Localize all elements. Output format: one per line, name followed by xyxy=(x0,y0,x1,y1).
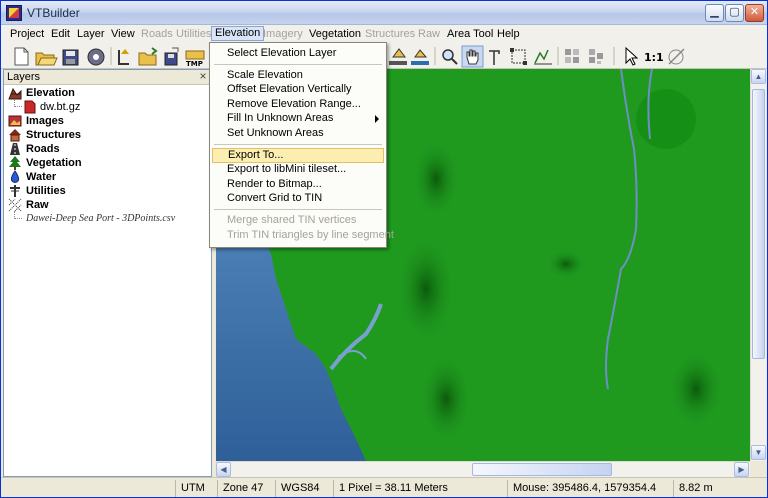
vertical-scroll-thumb[interactable] xyxy=(752,89,765,359)
utilities-icon xyxy=(8,184,22,198)
grid-icon xyxy=(565,49,579,63)
menu-utilities[interactable]: Utilities xyxy=(173,27,214,42)
menu-bar: Project Edit Layer View Roads Utilities Elevat… xyxy=(1,25,767,43)
water-icon xyxy=(8,170,22,184)
open-layer-icon xyxy=(138,47,158,66)
horizontal-scroll-thumb[interactable] xyxy=(472,463,612,476)
menu-help[interactable]: Help xyxy=(494,27,523,42)
layer-label: Utilities xyxy=(26,185,66,197)
menu-raw[interactable]: Raw xyxy=(415,27,443,42)
layers-panel: Layers × Elevation dw.bt.gz Images Structur… xyxy=(3,69,212,477)
layers-panel-title: Layers xyxy=(7,71,41,83)
layer-label: Raw xyxy=(26,199,49,211)
layer-label: Images xyxy=(26,115,64,127)
submenu-arrow-icon xyxy=(375,115,379,124)
elevation-menu-dropdown: Select Elevation Layer Scale Elevation Off… xyxy=(209,42,394,248)
save-layer-icon xyxy=(164,47,179,66)
elevation-export-icon xyxy=(389,48,407,65)
images-icon xyxy=(8,114,22,128)
menu-item-scale-elevation[interactable]: Scale Elevation xyxy=(212,68,384,83)
menu-structures[interactable]: Structures xyxy=(362,27,418,42)
title-bar[interactable]: VTBuilder ▁ ▢ ✕ xyxy=(1,1,767,25)
one-to-one-icon: 1:1 xyxy=(644,51,664,64)
status-projection: UTM xyxy=(175,480,217,497)
tree-connector xyxy=(14,99,22,107)
status-elevation: 8.82 m xyxy=(673,480,753,497)
menu-area-tool[interactable]: Area Tool xyxy=(444,27,496,42)
import-layer-icon xyxy=(118,49,129,65)
minimize-button[interactable]: ▁ xyxy=(705,4,724,22)
status-bar: UTM Zone 47 WGS84 1 Pixel = 38.11 Meters… xyxy=(1,477,767,497)
tree-connector xyxy=(14,211,22,219)
vegetation-icon xyxy=(8,156,22,170)
box-select-icon xyxy=(510,48,527,65)
menu-item-offset-elevation-vertically[interactable]: Offset Elevation Vertically xyxy=(212,82,384,97)
vtbuilder-window: VTBuilder ▁ ▢ ✕ Project Edit Layer View Road… xyxy=(0,0,768,498)
window-title: VTBuilder xyxy=(27,6,80,20)
menu-imagery[interactable]: Imagery xyxy=(260,27,306,42)
menu-item-fill-in-unknown-areas[interactable]: Fill In Unknown Areas xyxy=(212,111,384,126)
layer-file-label: dw.bt.gz xyxy=(40,101,81,113)
new-project-icon xyxy=(14,47,29,66)
menu-separator xyxy=(214,143,382,145)
menu-item-set-unknown-areas[interactable]: Set Unknown Areas xyxy=(212,126,384,141)
measure-icon xyxy=(489,50,500,65)
menu-separator xyxy=(214,63,382,65)
menu-edit[interactable]: Edit xyxy=(48,27,73,42)
status-scale: 1 Pixel = 38.11 Meters xyxy=(333,480,507,497)
scroll-down-button[interactable]: ▼ xyxy=(751,445,766,460)
layer-label: Vegetation xyxy=(26,157,82,169)
menu-item-merge-shared-tin-vertices: Merge shared TIN vertices xyxy=(227,214,357,226)
zoom-icon xyxy=(442,49,458,65)
menu-view[interactable]: View xyxy=(108,27,138,42)
elevation-stack-icon xyxy=(411,49,429,65)
horizontal-scrollbar[interactable]: ◀ ▶ xyxy=(216,461,750,477)
arrow-select-icon xyxy=(625,46,639,66)
menu-project[interactable]: Project xyxy=(7,27,47,42)
layer-file-label: Dawei-Deep Sea Port - 3DPoints.csv xyxy=(26,213,176,224)
elevation-icon xyxy=(8,86,22,100)
svg-text:1:1: 1:1 xyxy=(644,51,664,64)
menu-separator xyxy=(214,209,382,210)
structures-icon xyxy=(8,128,22,142)
layer-label: Elevation xyxy=(26,87,75,99)
menu-item-export-to-libmini-tileset[interactable]: Export to libMini tileset... xyxy=(212,162,384,177)
scroll-up-button[interactable]: ▲ xyxy=(751,69,766,84)
save-project-icon xyxy=(62,49,79,66)
roads-icon xyxy=(8,142,22,156)
layers-panel-header: Layers × xyxy=(4,70,211,85)
status-zone: Zone 47 xyxy=(217,480,275,497)
grid-alt-icon xyxy=(589,49,603,64)
maximize-button[interactable]: ▢ xyxy=(725,4,744,22)
menu-item-remove-elevation-range[interactable]: Remove Elevation Range... xyxy=(212,97,384,112)
menu-item-trim-tin-triangles-by-line-segment: Trim TIN triangles by line segment xyxy=(227,228,394,241)
open-project-icon xyxy=(35,52,58,66)
status-mouse-coords: Mouse: 395486.4, 1579354.4 xyxy=(507,480,673,497)
raw-icon xyxy=(8,198,22,212)
menu-item-select-elevation-layer[interactable]: Select Elevation Layer xyxy=(212,46,384,61)
scroll-right-button[interactable]: ▶ xyxy=(734,462,749,477)
layer-label: Roads xyxy=(26,143,60,155)
svg-text:TMP: TMP xyxy=(186,60,203,68)
settings-gear-icon xyxy=(87,48,105,66)
tmp-icon: TMP xyxy=(185,50,205,68)
menu-item-convert-grid-to-tin[interactable]: Convert Grid to TIN xyxy=(212,191,384,206)
menu-item-render-to-bitmap[interactable]: Render to Bitmap... xyxy=(212,177,384,192)
menu-elevation[interactable]: Elevation xyxy=(211,26,265,41)
profile-icon xyxy=(534,49,552,65)
fly-icon xyxy=(668,48,685,65)
layer-label: Water xyxy=(26,171,57,183)
menu-item-export-to[interactable]: Export To... xyxy=(212,147,384,163)
menu-layer[interactable]: Layer xyxy=(74,27,108,42)
layer-label: Structures xyxy=(26,129,82,141)
vertical-scrollbar[interactable]: ▲ ▼ xyxy=(750,69,766,461)
layers-close-icon[interactable]: × xyxy=(197,70,209,83)
vtbuilder-app-icon xyxy=(6,5,22,21)
menu-vegetation[interactable]: Vegetation xyxy=(306,27,364,42)
close-button[interactable]: ✕ xyxy=(745,4,764,22)
scroll-left-button[interactable]: ◀ xyxy=(216,462,231,477)
status-datum: WGS84 xyxy=(275,480,333,497)
menu-roads[interactable]: Roads xyxy=(138,27,176,42)
